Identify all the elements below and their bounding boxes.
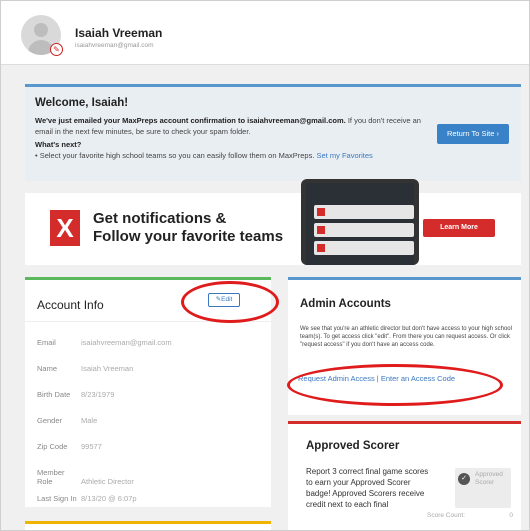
info-value: 8/13/20 @ 6:07p	[81, 494, 137, 503]
info-row-gender: Gender Male	[37, 416, 97, 425]
annotation-circle-edit	[181, 281, 279, 323]
favorites-bullet: • Select your favorite high school teams…	[35, 151, 507, 160]
info-row-name: Name Isaiah Vreeman	[37, 364, 133, 373]
account-info-title: Account Info	[37, 298, 104, 312]
admin-accounts-title: Admin Accounts	[300, 298, 391, 310]
favorites-bullet-text: • Select your favorite high school teams…	[35, 151, 315, 160]
phone-notifications-image	[301, 179, 419, 265]
info-row-birth-date: Birth Date 8/23/1979	[37, 390, 114, 399]
info-label: Zip Code	[37, 442, 68, 451]
next-card-edge	[25, 521, 271, 530]
phone-notification-card	[314, 223, 414, 237]
info-label: Member Role	[37, 468, 65, 486]
check-badge-icon: ✓	[458, 473, 470, 485]
welcome-message-bold: We've just emailed your MaxPreps account…	[35, 116, 346, 125]
user-name: Isaiah Vreeman	[75, 26, 163, 40]
info-row-member-role: Member Role Athletic Director	[37, 468, 134, 486]
approved-scorer-title: Approved Scorer	[306, 440, 400, 452]
welcome-panel: Welcome, Isaiah! We've just emailed your…	[25, 84, 521, 181]
info-value: 99577	[81, 442, 102, 451]
learn-more-button[interactable]: Learn More	[423, 219, 495, 237]
page-frame: ✎ Isaiah Vreeman isaiahvreeman@gmail.com…	[0, 0, 530, 531]
promo-title-line2: Follow your favorite teams	[93, 228, 284, 245]
info-label: Email	[37, 338, 56, 347]
return-to-site-button[interactable]: Return To Site ›	[437, 124, 509, 144]
profile-header: ✎ Isaiah Vreeman isaiahvreeman@gmail.com	[1, 1, 529, 65]
score-count: Score Count: 0	[427, 512, 517, 519]
approved-scorer-card: Approved Scorer Report 3 correct final g…	[288, 421, 521, 530]
score-count-label: Score Count:	[427, 512, 465, 519]
info-row-email: Email isaiahvreeman@gmail.com	[37, 338, 172, 347]
phone-notification-card	[314, 241, 414, 255]
info-value: isaiahvreeman@gmail.com	[81, 338, 172, 347]
promo-title-line1: Get notifications &	[93, 210, 227, 227]
maxpreps-x-logo: X	[50, 210, 80, 246]
info-value: Male	[81, 416, 98, 425]
approved-scorer-text: Report 3 correct final game scores to ea…	[306, 467, 429, 509]
user-email: isaiahvreeman@gmail.com	[75, 42, 154, 49]
phone-screen	[306, 183, 414, 265]
promo-title: Get notifications & Follow your favorite…	[93, 210, 283, 246]
admin-accounts-text: We see that you're an athletic director …	[300, 326, 512, 348]
info-label: Birth Date	[37, 390, 71, 399]
info-label: Gender	[37, 416, 63, 425]
annotation-circle-admin-links	[287, 364, 503, 406]
set-favorites-link[interactable]: Set my Favorites	[317, 151, 373, 160]
info-row-zip-code: Zip Code 99577	[37, 442, 102, 451]
info-value: 8/23/1979	[81, 390, 115, 399]
info-label: Name	[37, 364, 58, 373]
info-value: Athletic Director	[81, 477, 134, 486]
phone-notification-card	[314, 205, 414, 219]
welcome-message: We've just emailed your MaxPreps account…	[35, 115, 425, 137]
info-value: Isaiah Vreeman	[81, 364, 134, 373]
badge-label: Approved Scorer	[475, 471, 503, 486]
notifications-promo-banner: X Get notifications & Follow your favori…	[25, 179, 521, 265]
avatar-edit-icon[interactable]: ✎	[50, 43, 63, 56]
info-label: Last Sign In	[37, 494, 77, 503]
info-row-last-sign-in: Last Sign In 8/13/20 @ 6:07p	[37, 494, 137, 503]
approved-scorer-badge: ✓ Approved Scorer	[455, 468, 511, 508]
score-count-value: 0	[509, 512, 513, 519]
avatar-head-icon	[34, 23, 48, 37]
welcome-title: Welcome, Isaiah!	[35, 97, 129, 109]
